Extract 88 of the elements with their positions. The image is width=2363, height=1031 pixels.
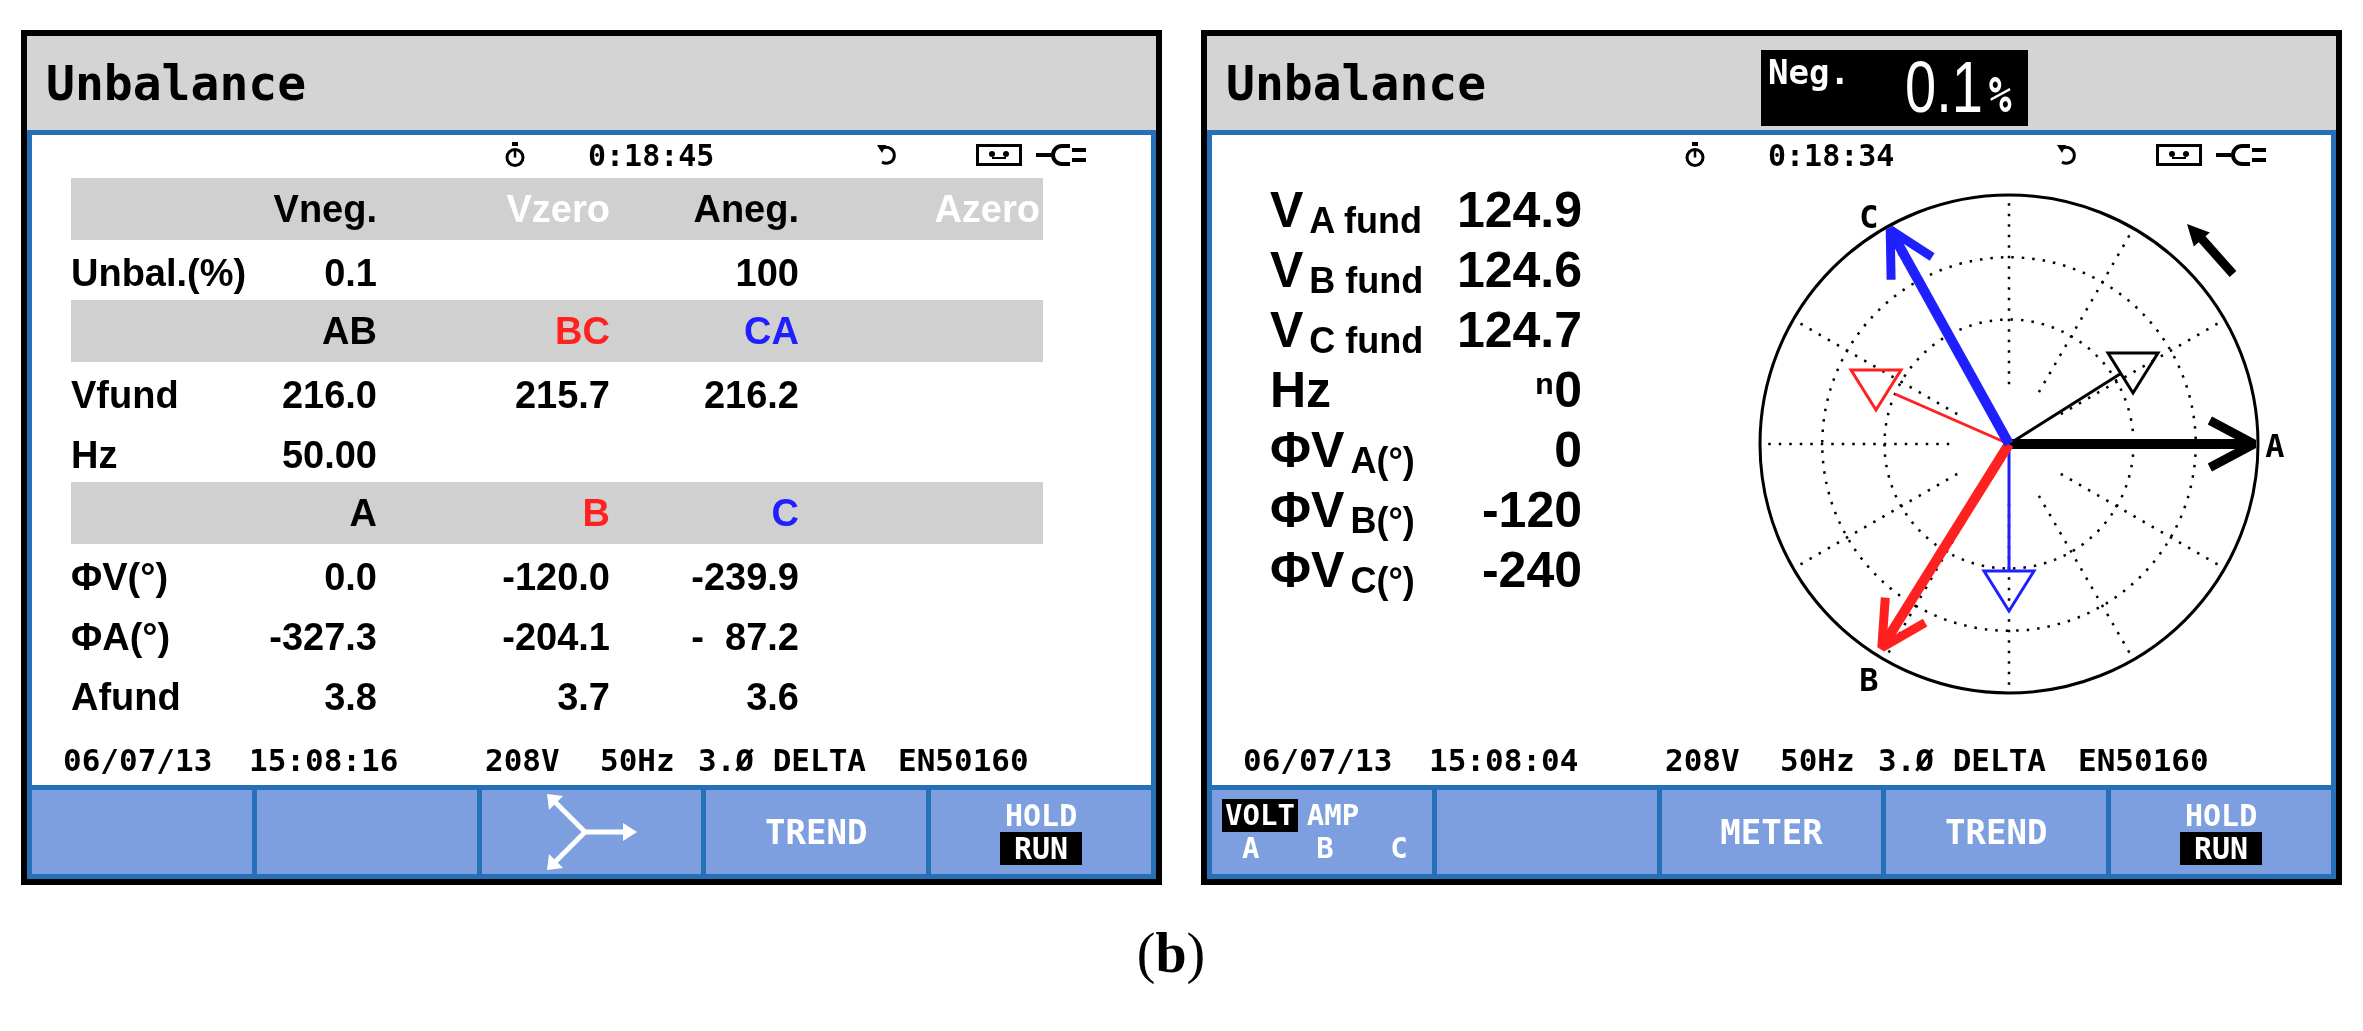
reading-value: 216.0 bbox=[281, 373, 377, 417]
screen-title: Unbalance bbox=[1226, 55, 1488, 111]
reading-value: 216.2 bbox=[703, 373, 799, 417]
reading-value: 124.9 bbox=[1456, 183, 1582, 237]
phase-option[interactable]: B bbox=[1316, 832, 1334, 865]
reading-value: 0.0 bbox=[324, 555, 377, 599]
column-header: CA bbox=[744, 309, 799, 353]
circular-arrow-icon bbox=[2056, 143, 2078, 167]
reading-label: V$_{A fund}$ bbox=[1270, 183, 1422, 237]
row-label: ΦA(°) bbox=[71, 615, 171, 659]
date-text: 06/07/13 bbox=[1243, 742, 1393, 778]
reading-value: -120.0 bbox=[502, 555, 610, 599]
reading-label: Hz bbox=[1270, 363, 1332, 417]
frequency-setting: 50Hz bbox=[600, 742, 675, 778]
reading-value: 50.00 bbox=[281, 433, 377, 477]
signal-option[interactable]: VOLT bbox=[1222, 799, 1298, 832]
signal-option[interactable]: AMP bbox=[1303, 799, 1363, 832]
badge-label: Neg. bbox=[1768, 54, 1851, 90]
row-label: Unbal.(%) bbox=[71, 251, 247, 295]
date-text: 06/07/13 bbox=[63, 742, 213, 778]
reading-value: -327.3 bbox=[269, 615, 377, 659]
reading-value: -239.9 bbox=[691, 555, 799, 599]
clock-time: 15:08:16 bbox=[249, 742, 399, 778]
stopwatch-icon bbox=[1685, 142, 1705, 168]
frequency-setting: 50Hz bbox=[1780, 742, 1855, 778]
nominal-voltage: 208V bbox=[1665, 742, 1740, 778]
three-arrows-icon bbox=[545, 792, 638, 872]
rotation-arrow-icon bbox=[2187, 224, 2237, 277]
reading-value: 124.6 bbox=[1456, 243, 1582, 297]
plug-icon bbox=[2216, 143, 2266, 167]
mode-option[interactable]: RUN bbox=[2180, 832, 2263, 865]
elapsed-time: 0:18:45 bbox=[588, 137, 716, 173]
reading-value: 0.1 bbox=[324, 251, 377, 295]
phase-option[interactable]: A bbox=[1242, 832, 1260, 865]
phase-label: B bbox=[1859, 661, 1879, 699]
wiring-config: 3.Ø DELTA bbox=[1878, 742, 2046, 778]
reading-value: -204.1 bbox=[502, 615, 610, 659]
screen-title: Unbalance bbox=[46, 55, 308, 111]
softkey-button[interactable] bbox=[481, 790, 702, 874]
mode-option[interactable]: HOLD bbox=[990, 799, 1092, 832]
plug-icon bbox=[1036, 143, 1086, 167]
blank-softkey[interactable] bbox=[32, 790, 252, 874]
mode-option[interactable]: HOLD bbox=[2170, 799, 2272, 832]
row-label: Afund bbox=[71, 675, 181, 719]
tape-icon bbox=[2156, 144, 2202, 166]
column-header: AB bbox=[322, 309, 377, 353]
reading-value: 3.7 bbox=[557, 675, 610, 719]
wiring-config: 3.Ø DELTA bbox=[698, 742, 866, 778]
row-label: Hz bbox=[71, 433, 118, 477]
row-label: ΦV(°) bbox=[71, 555, 169, 599]
nominal-voltage: 208V bbox=[485, 742, 560, 778]
reading-value: 215.7 bbox=[514, 373, 610, 417]
reading-value: 100 bbox=[735, 251, 799, 295]
softkey-button[interactable]: METER bbox=[1661, 790, 1882, 874]
circular-arrow-icon bbox=[876, 143, 898, 167]
column-header: C bbox=[771, 491, 799, 535]
mode-option[interactable]: RUN bbox=[1000, 832, 1083, 865]
stopwatch-icon bbox=[505, 142, 525, 168]
row-label: Vfund bbox=[71, 373, 179, 417]
reading-value: 0 bbox=[1554, 423, 1582, 477]
reading-value: ⁿ0 bbox=[1534, 363, 1582, 417]
column-header: BC bbox=[555, 309, 610, 353]
blank-softkey[interactable] bbox=[1436, 790, 1657, 874]
standard-name: EN50160 bbox=[898, 742, 1029, 778]
badge-value: 0.1 bbox=[1905, 58, 1983, 116]
column-header: Vneg. bbox=[273, 187, 377, 231]
figure-caption: (b) bbox=[1136, 923, 1206, 983]
column-header: A bbox=[349, 491, 377, 535]
phase-label: A bbox=[2265, 427, 2285, 465]
reading-value: 3.8 bbox=[324, 675, 377, 719]
reading-value: -240 bbox=[1481, 543, 1582, 597]
standard-name: EN50160 bbox=[2078, 742, 2209, 778]
clock-time: 15:08:04 bbox=[1429, 742, 1579, 778]
reading-value: 124.7 bbox=[1456, 303, 1582, 357]
softkey-button[interactable]: TREND bbox=[706, 790, 927, 874]
phase-option[interactable]: C bbox=[1390, 832, 1408, 865]
reading-value: - 87.2 bbox=[691, 615, 799, 659]
tape-icon bbox=[976, 144, 1022, 166]
column-header: B bbox=[582, 491, 610, 535]
badge-unit: % bbox=[1988, 74, 2012, 116]
reading-value: 3.6 bbox=[746, 675, 799, 719]
reading-label: V$_{B fund}$ bbox=[1270, 243, 1424, 297]
phase-label: C bbox=[1859, 198, 1879, 236]
reading-value: -120 bbox=[1481, 483, 1582, 537]
elapsed-time: 0:18:34 bbox=[1768, 137, 1896, 173]
reading-label: V$_{C fund}$ bbox=[1270, 303, 1424, 357]
column-header: Aneg. bbox=[693, 187, 799, 231]
softkey-button[interactable]: TREND bbox=[1886, 790, 2107, 874]
